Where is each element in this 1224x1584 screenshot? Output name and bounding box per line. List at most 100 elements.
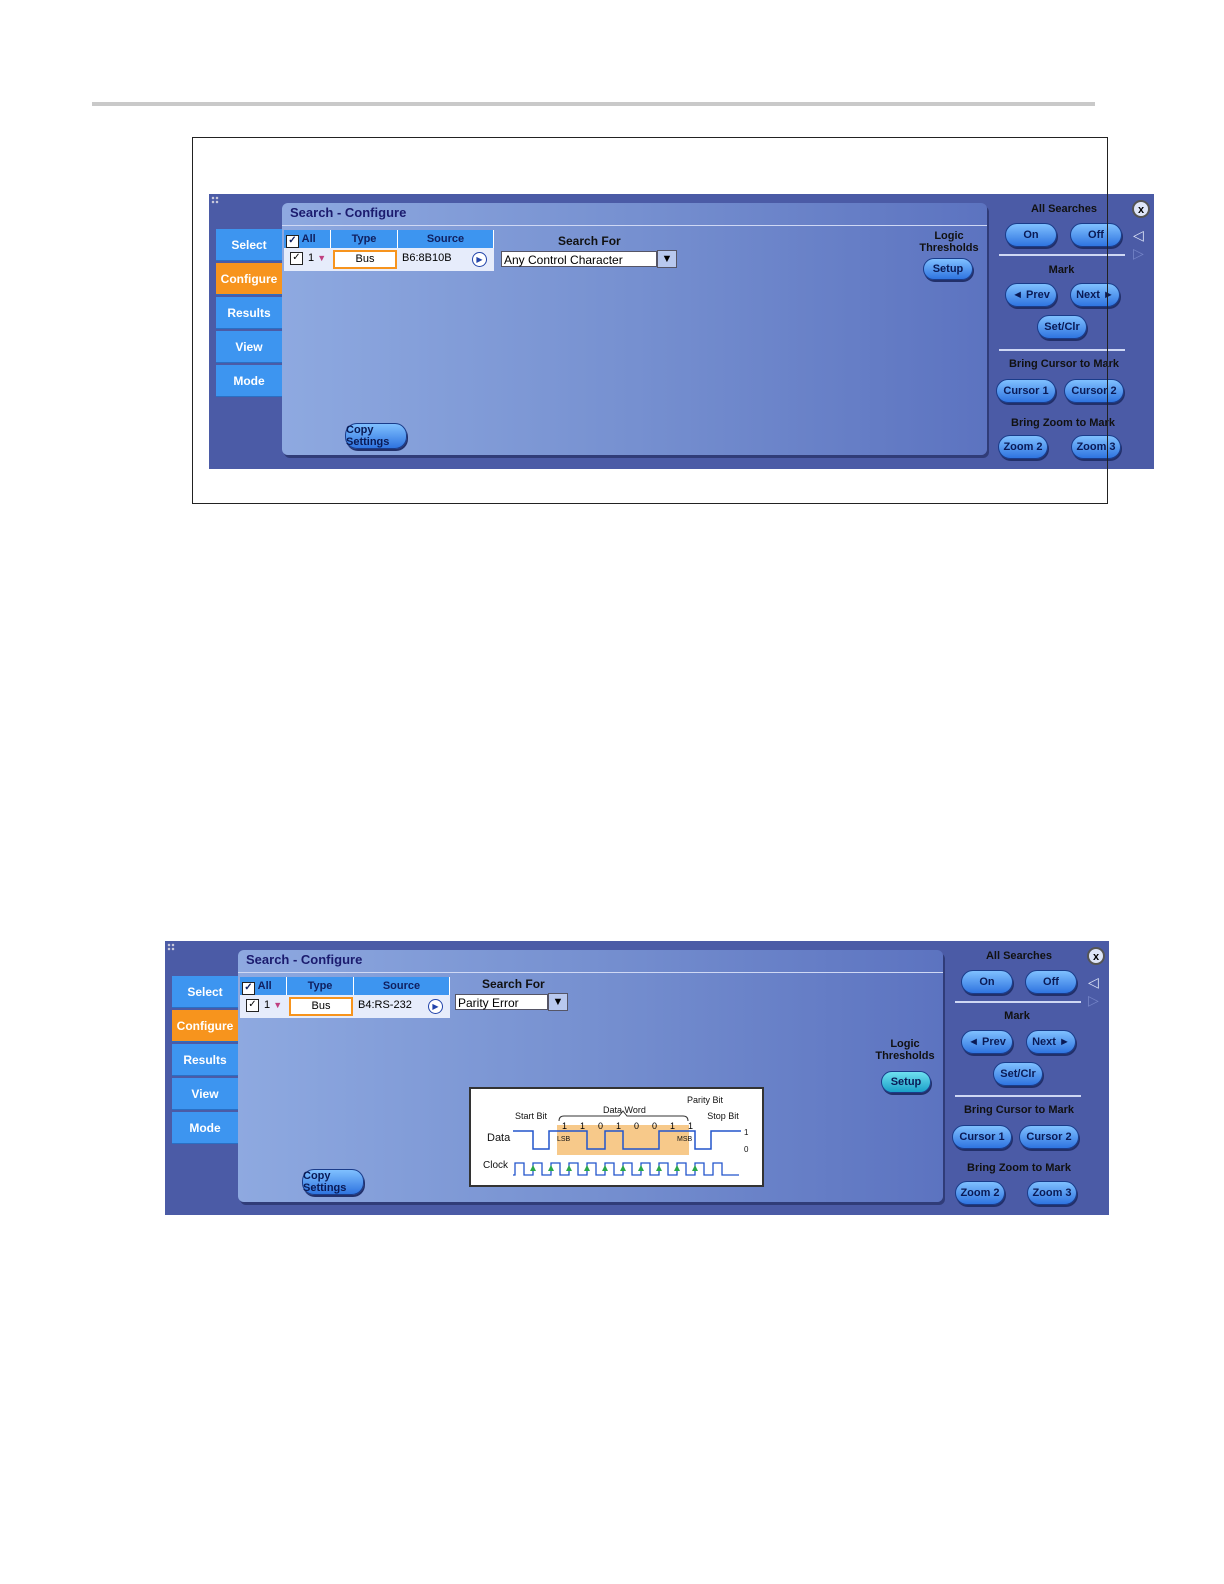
source-header: Source bbox=[354, 977, 450, 995]
tab-view[interactable]: View bbox=[216, 331, 282, 363]
mark-label: Mark bbox=[1004, 1010, 1030, 1022]
clock-edge-arrow-icon bbox=[656, 1165, 662, 1171]
clock-edge-arrow-icon bbox=[692, 1165, 698, 1171]
header-rule bbox=[92, 102, 1095, 106]
chevron-down-icon[interactable]: ▼ bbox=[657, 250, 677, 268]
source-arrow-icon[interactable]: ▶ bbox=[472, 252, 487, 267]
clock-edge-arrow-icon bbox=[602, 1165, 608, 1171]
all-label: All bbox=[257, 980, 272, 992]
all-header: ✓ All bbox=[284, 230, 331, 248]
cursor-1-button[interactable]: Cursor 1 bbox=[952, 1125, 1012, 1149]
triangle-down-icon: ▼ bbox=[273, 1000, 283, 1010]
row-checkbox[interactable]: ✓ bbox=[246, 999, 259, 1012]
source-table: ✓ All Type Source ✓ 1 ▼ Bus B4:RS-232 ▶ bbox=[240, 977, 450, 1018]
zoom-2-button[interactable]: Zoom 2 bbox=[998, 435, 1048, 459]
zoom-3-button[interactable]: Zoom 3 bbox=[1071, 435, 1121, 459]
bit-value: 1 bbox=[580, 1121, 585, 1131]
source-cell[interactable]: B6:8B10B bbox=[402, 252, 452, 264]
next-mark-button[interactable]: Next ► bbox=[1026, 1030, 1076, 1054]
bit-value: 0 bbox=[652, 1121, 657, 1131]
tab-select[interactable]: Select bbox=[172, 976, 238, 1008]
bit-value: 1 bbox=[688, 1121, 693, 1131]
row-index: 1 ▼ bbox=[264, 999, 283, 1011]
triangle-left-icon[interactable]: ◁ bbox=[1133, 228, 1144, 242]
next-mark-button[interactable]: Next ► bbox=[1070, 283, 1120, 307]
all-searches-label: All Searches bbox=[985, 950, 1053, 962]
start-bit-label: Start Bit bbox=[515, 1111, 548, 1121]
all-checkbox[interactable]: ✓ bbox=[242, 982, 255, 995]
cursor-2-button[interactable]: Cursor 2 bbox=[1019, 1125, 1079, 1149]
source-cell[interactable]: B4:RS-232 bbox=[358, 999, 412, 1011]
bring-zoom-label: Bring Zoom to Mark bbox=[967, 1162, 1071, 1174]
source-arrow-icon[interactable]: ▶ bbox=[428, 999, 443, 1014]
all-checkbox[interactable]: ✓ bbox=[286, 235, 299, 248]
setup-button[interactable]: Setup bbox=[923, 258, 973, 280]
mark-label: Mark bbox=[1048, 264, 1075, 276]
panel-title: Search - Configure bbox=[282, 203, 987, 226]
clock-edge-arrow-icon bbox=[620, 1165, 626, 1171]
tab-view[interactable]: View bbox=[172, 1078, 238, 1110]
type-header: Type bbox=[331, 230, 398, 248]
clock-edge-arrow-icon bbox=[548, 1165, 554, 1171]
prev-mark-button[interactable]: ◄ Prev bbox=[1005, 283, 1057, 307]
prev-mark-button[interactable]: ◄ Prev bbox=[961, 1030, 1013, 1054]
frame-edge-line bbox=[1107, 194, 1108, 504]
triangle-down-icon: ▼ bbox=[317, 253, 327, 263]
triangle-right-icon[interactable]: ▷ bbox=[1133, 246, 1144, 260]
row-checkbox[interactable]: ✓ bbox=[290, 252, 303, 265]
type-cell[interactable]: Bus bbox=[333, 250, 397, 269]
copy-settings-button[interactable]: Copy Settings bbox=[345, 423, 407, 449]
cursor-1-button[interactable]: Cursor 1 bbox=[996, 379, 1056, 403]
close-icon[interactable]: x bbox=[1132, 200, 1150, 218]
search-for-dropdown[interactable]: Any Control Character bbox=[501, 251, 657, 267]
tab-results[interactable]: Results bbox=[216, 297, 282, 329]
bit-value: 0 bbox=[598, 1121, 603, 1131]
level-zero-label: 0 bbox=[744, 1145, 749, 1154]
level-one-label: 1 bbox=[744, 1128, 749, 1137]
side-tabs: Select Configure Results View Mode bbox=[172, 976, 238, 1146]
set-clear-mark-button[interactable]: Set/Clr bbox=[993, 1062, 1043, 1086]
searches-off-button[interactable]: Off bbox=[1025, 970, 1077, 994]
clock-line bbox=[513, 1162, 739, 1176]
search-configure-panel-2: Select Configure Results View Mode Searc… bbox=[165, 941, 1109, 1215]
copy-settings-button[interactable]: Copy Settings bbox=[302, 1169, 364, 1195]
zoom-2-button[interactable]: Zoom 2 bbox=[955, 1181, 1005, 1205]
tab-mode[interactable]: Mode bbox=[172, 1112, 238, 1144]
tab-results[interactable]: Results bbox=[172, 1044, 238, 1076]
close-icon[interactable]: x bbox=[1087, 947, 1105, 965]
setup-button[interactable]: Setup bbox=[881, 1071, 931, 1093]
row-index: 1 ▼ bbox=[308, 252, 327, 264]
logic-thresholds-label: Logic Thresholds bbox=[875, 1038, 935, 1062]
lsb-label: LSB bbox=[557, 1136, 571, 1143]
tab-mode[interactable]: Mode bbox=[216, 365, 282, 397]
clock-edge-arrow-icon bbox=[638, 1165, 644, 1171]
triangle-right-icon[interactable]: ▷ bbox=[1088, 993, 1099, 1007]
set-clear-mark-button[interactable]: Set/Clr bbox=[1037, 315, 1087, 339]
chevron-down-icon[interactable]: ▼ bbox=[548, 993, 568, 1011]
clock-edge-arrow-icon bbox=[674, 1165, 680, 1171]
searches-off-button[interactable]: Off bbox=[1070, 223, 1122, 247]
source-table: ✓ All Type Source ✓ 1 ▼ Bus B6:8B10B ▶ bbox=[284, 230, 494, 271]
parity-timing-diagram: Data Word Start Bit Parity Bit Stop Bit … bbox=[469, 1087, 764, 1187]
tab-configure[interactable]: Configure bbox=[172, 1010, 238, 1042]
tab-select[interactable]: Select bbox=[216, 229, 282, 261]
msb-label: MSB bbox=[677, 1136, 693, 1143]
tab-configure[interactable]: Configure bbox=[216, 263, 282, 295]
triangle-left-icon[interactable]: ◁ bbox=[1088, 975, 1099, 989]
configure-area: Search - Configure ✓ All Type Source ✓ 1… bbox=[282, 203, 987, 455]
bit-value: 1 bbox=[562, 1121, 567, 1131]
clock-label: Clock bbox=[483, 1160, 509, 1171]
all-label: All bbox=[301, 233, 316, 245]
clock-edge-arrow-icon bbox=[530, 1165, 536, 1171]
searches-on-button[interactable]: On bbox=[1005, 223, 1057, 247]
zoom-3-button[interactable]: Zoom 3 bbox=[1027, 1181, 1077, 1205]
panel-title: Search - Configure bbox=[238, 950, 943, 973]
search-configure-panel-1: Select Configure Results View Mode Searc… bbox=[209, 194, 1154, 469]
search-for-label: Search For bbox=[482, 977, 545, 991]
type-cell[interactable]: Bus bbox=[289, 997, 353, 1016]
search-for-dropdown[interactable]: Parity Error bbox=[455, 994, 548, 1010]
cursor-2-button[interactable]: Cursor 2 bbox=[1064, 379, 1124, 403]
search-for-label: Search For bbox=[558, 234, 621, 248]
searches-on-button[interactable]: On bbox=[961, 970, 1013, 994]
grip-icon bbox=[167, 943, 175, 951]
